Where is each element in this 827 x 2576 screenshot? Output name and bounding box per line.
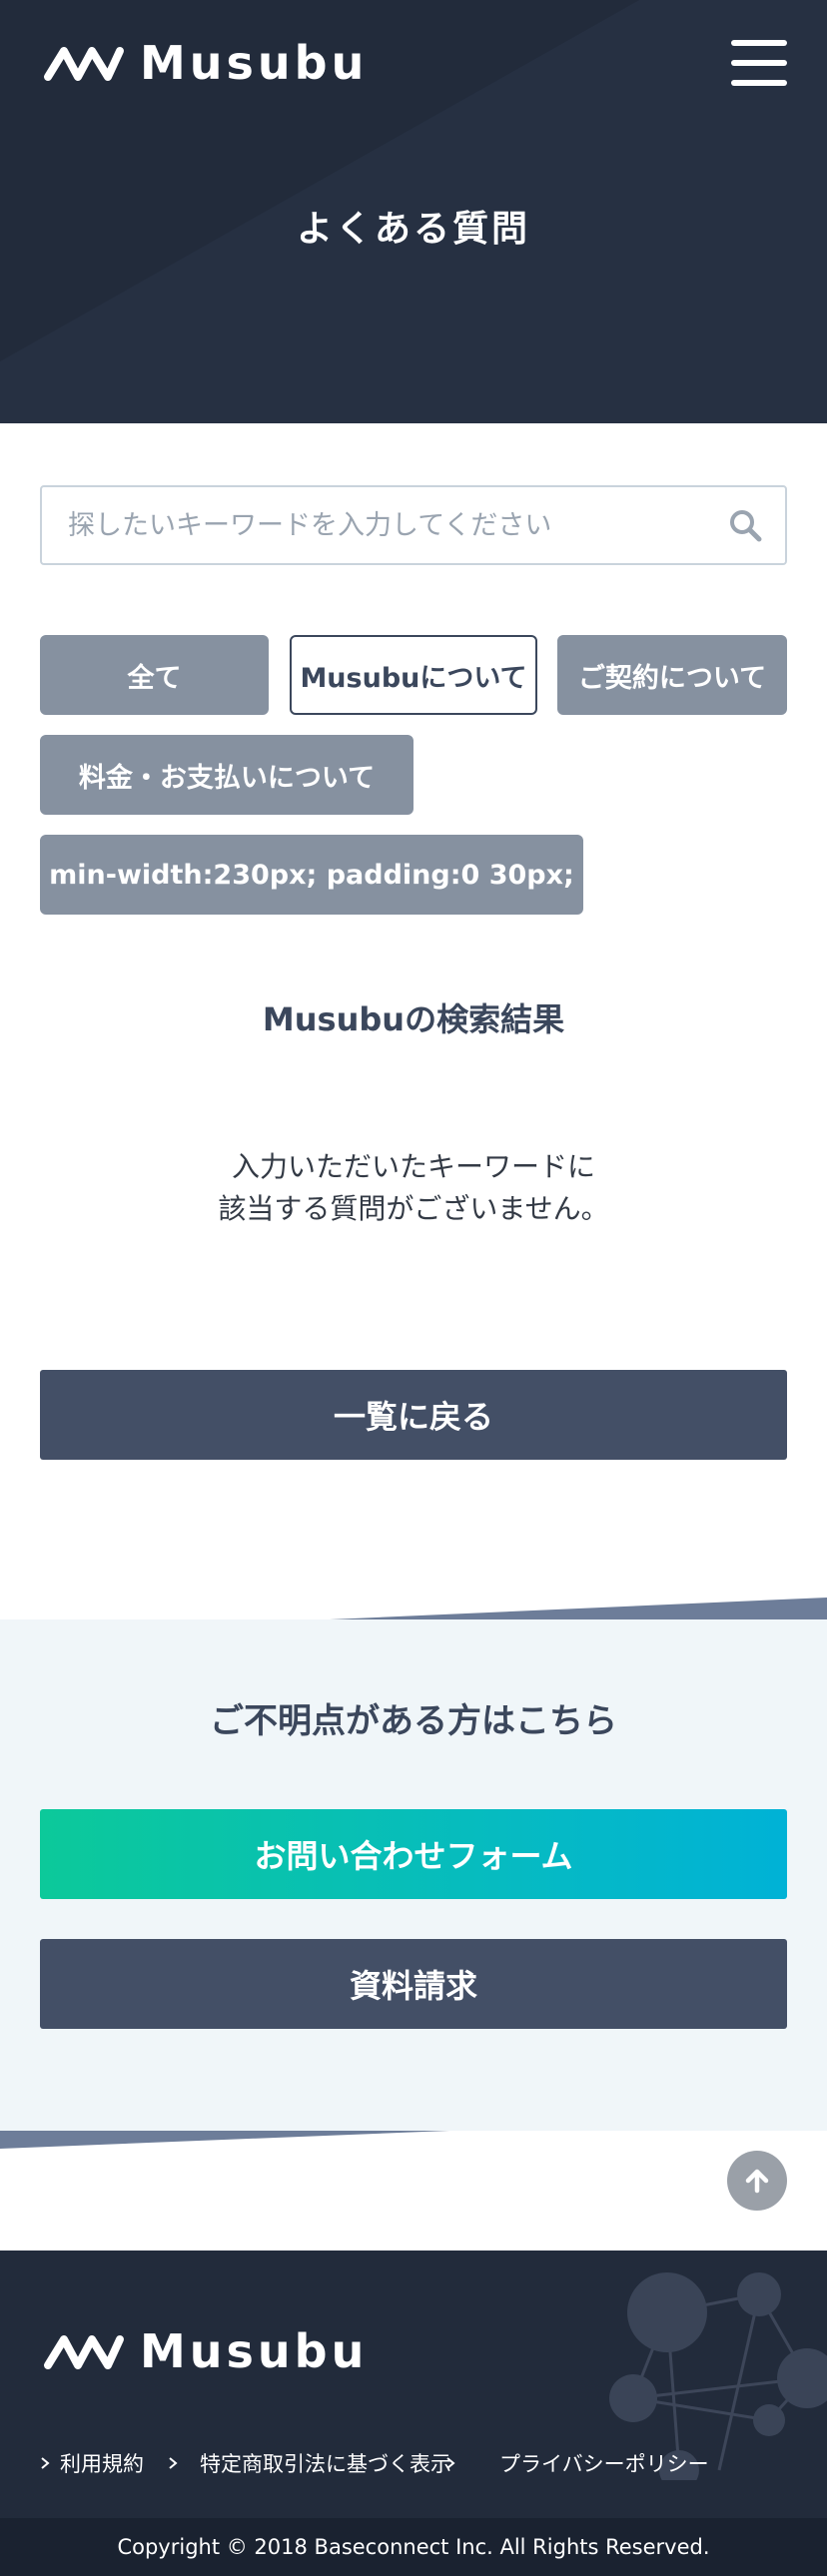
category-chip-all[interactable]: 全て — [40, 635, 269, 715]
site-logo[interactable]: Musubu — [40, 38, 368, 88]
search-icon[interactable] — [727, 507, 763, 543]
logo-text: Musubu — [140, 36, 369, 90]
copyright-text: Copyright © 2018 Baseconnect Inc. All Ri… — [117, 2535, 710, 2559]
footer-link-terms[interactable]: 利用規約 — [60, 2448, 144, 2478]
footer-logo[interactable]: Musubu — [40, 2326, 368, 2376]
footer-links: 利用規約 特定商取引法に基づく表示 プライバシーポリシー — [0, 2448, 827, 2488]
musubu-logo-icon — [44, 2335, 124, 2369]
footer-link-commercial-law[interactable]: 特定商取引法に基づく表示 — [200, 2448, 451, 2478]
results-title: Musubuの検索結果 — [262, 1000, 565, 1038]
chevron-right-icon — [446, 2457, 455, 2469]
back-to-list-button[interactable]: 一覧に戻る — [40, 1370, 787, 1460]
search-input[interactable] — [68, 487, 707, 563]
no-result-line-1: 入力いただいたキーワードに — [231, 1150, 595, 1183]
category-chip-misc[interactable]: min-width:230px; padding:0 30px; — [40, 835, 583, 915]
arrow-up-icon — [745, 2169, 769, 2194]
page-title: よくある質問 — [296, 209, 530, 250]
site-header: Musubu よくある質問 — [0, 0, 827, 423]
footer-link-privacy[interactable]: プライバシーポリシー — [499, 2448, 709, 2478]
chevron-right-icon — [41, 2457, 50, 2469]
footer-logo-text: Musubu — [140, 2324, 369, 2378]
back-to-top-button[interactable] — [727, 2151, 787, 2211]
network-decoration-icon — [609, 2272, 827, 2480]
search-box — [40, 485, 787, 565]
category-chip-about-musubu[interactable]: Musubuについて — [290, 635, 537, 715]
no-result-message: 入力いただいたキーワードに 該当する質問がございません。 — [0, 1146, 827, 1230]
contact-form-button[interactable]: お問い合わせフォーム — [40, 1809, 787, 1899]
chevron-right-icon — [169, 2457, 178, 2469]
site-footer: Musubu 利用規約 特定商取引法に基づく表示 プライバシーポリシー Copy… — [0, 2251, 827, 2576]
hamburger-menu-icon[interactable] — [731, 40, 787, 86]
no-result-line-2: 該当する質問がございません。 — [218, 1192, 609, 1225]
category-chip-payment[interactable]: 料金・お支払いについて — [40, 735, 414, 815]
category-chip-contract[interactable]: ご契約について — [557, 635, 787, 715]
document-request-button[interactable]: 資料請求 — [40, 1939, 787, 2029]
copyright-bar: Copyright © 2018 Baseconnect Inc. All Ri… — [0, 2518, 827, 2576]
musubu-logo-icon — [44, 47, 124, 81]
contact-title: ご不明点がある方はこちら — [210, 1701, 617, 1741]
